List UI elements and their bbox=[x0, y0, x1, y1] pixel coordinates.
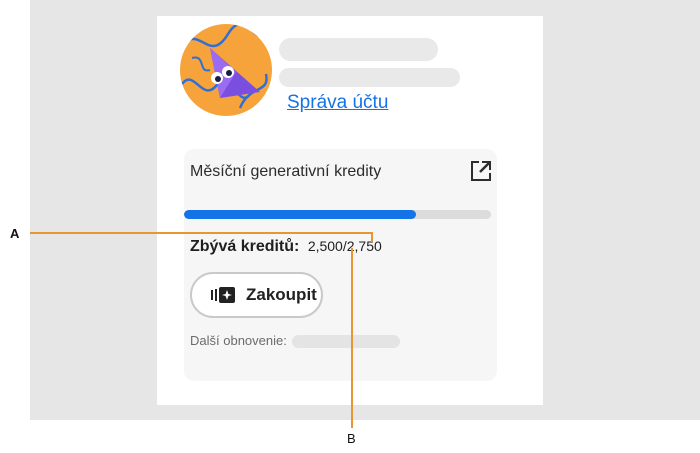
buy-button[interactable]: Zakoupit bbox=[190, 272, 323, 318]
external-link-icon[interactable] bbox=[470, 160, 492, 182]
callout-a-tick bbox=[371, 232, 373, 242]
buy-button-label: Zakoupit bbox=[246, 285, 317, 304]
profile-email-placeholder bbox=[279, 68, 460, 87]
credits-title: Měsíční generativní kredity bbox=[190, 163, 382, 180]
callout-a-label: A bbox=[10, 226, 20, 241]
avatar bbox=[180, 24, 272, 116]
credits-progress-fill bbox=[184, 210, 416, 219]
avatar-illustration bbox=[180, 24, 272, 116]
credits-remaining-label: Zbývá kreditů: bbox=[190, 238, 300, 255]
callout-a-line bbox=[30, 232, 373, 234]
profile-name-placeholder bbox=[279, 38, 438, 61]
renewal-label: Další obnovenie: bbox=[190, 333, 287, 348]
callout-b-line bbox=[351, 248, 353, 428]
credits-progress-bar bbox=[184, 210, 491, 219]
callout-b-label: B bbox=[347, 431, 356, 446]
manage-account-link[interactable]: Správa účtu bbox=[287, 92, 388, 114]
renewal-date-placeholder bbox=[292, 335, 400, 348]
credits-remaining: Zbývá kreditů: 2,500/2,750 bbox=[190, 238, 382, 256]
credits-icon bbox=[210, 285, 236, 305]
